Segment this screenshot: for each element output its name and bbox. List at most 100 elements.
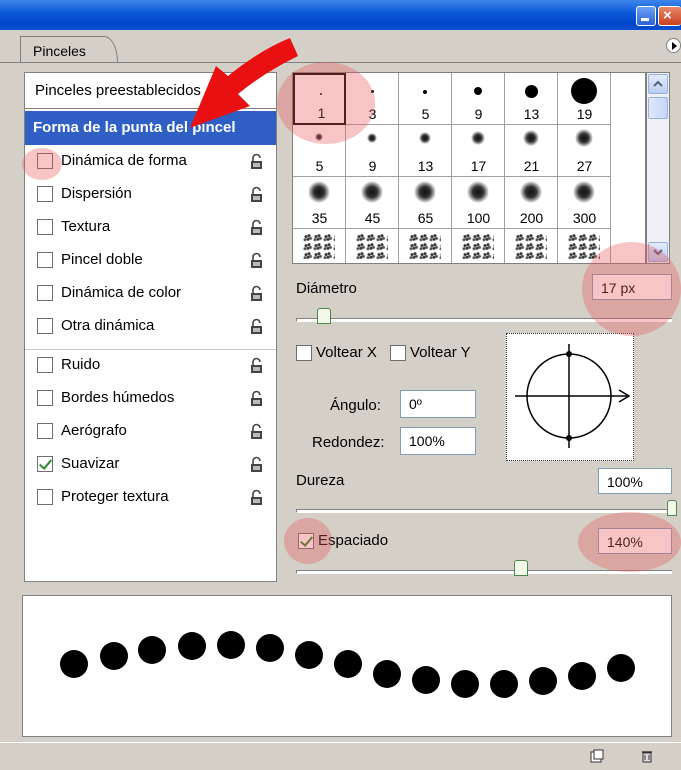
stroke-dot: [138, 636, 166, 664]
brush-cell[interactable]: [505, 229, 558, 263]
list-item-protect-texture[interactable]: Proteger textura: [25, 483, 276, 513]
brush-cell[interactable]: [399, 229, 452, 263]
list-item-label: Suavizar: [61, 455, 120, 472]
brush-cell[interactable]: 13: [505, 73, 558, 125]
brush-cell[interactable]: [452, 229, 505, 263]
brush-cell[interactable]: 300: [558, 177, 611, 229]
list-item-shape-dynamics[interactable]: Dinámica de forma: [25, 147, 276, 177]
flip-x-checkbox[interactable]: [296, 345, 312, 361]
minimize-button[interactable]: [636, 6, 656, 26]
hardness-slider-thumb[interactable]: [667, 500, 677, 516]
lock-icon[interactable]: [250, 219, 265, 236]
angle-input[interactable]: 0º: [400, 390, 476, 418]
lock-icon[interactable]: [250, 390, 265, 407]
stroke-dot: [60, 650, 88, 678]
list-item-texture[interactable]: Textura: [25, 213, 276, 243]
brush-grid-scrollbar[interactable]: [646, 72, 670, 264]
lock-icon[interactable]: [250, 153, 265, 170]
list-item-noise[interactable]: Ruido: [25, 351, 276, 381]
scatter-brush-icon: [303, 233, 335, 259]
brush-size-label: 35: [311, 210, 328, 226]
stroke-dot: [607, 654, 635, 682]
brush-cell[interactable]: 27: [558, 125, 611, 177]
title-bar: ×: [0, 0, 681, 30]
close-button[interactable]: ×: [658, 6, 681, 26]
brush-size-label: 9: [474, 106, 483, 122]
brush-cell[interactable]: 5: [399, 73, 452, 125]
scroll-thumb[interactable]: [648, 97, 668, 119]
brush-cell[interactable]: 200: [505, 177, 558, 229]
roundness-input[interactable]: 100%: [400, 427, 476, 455]
lock-icon[interactable]: [250, 456, 265, 473]
panel-menu-button[interactable]: [666, 38, 681, 53]
brush-cell[interactable]: 100: [452, 177, 505, 229]
close-icon: ×: [663, 7, 672, 24]
brush-size-label: 21: [523, 158, 540, 174]
trash-icon[interactable]: [640, 749, 654, 763]
checkbox[interactable]: [37, 489, 53, 505]
lock-icon[interactable]: [250, 285, 265, 302]
checkbox[interactable]: [37, 318, 53, 334]
lock-icon[interactable]: [250, 186, 265, 203]
brush-cell[interactable]: 45: [346, 177, 399, 229]
flip-x-label: Voltear X: [316, 344, 377, 361]
brush-cell[interactable]: 17: [452, 125, 505, 177]
list-item-wet-edges[interactable]: Bordes húmedos: [25, 384, 276, 414]
brush-shape-preview[interactable]: [506, 333, 634, 461]
checkbox[interactable]: [37, 252, 53, 268]
brush-cell[interactable]: 65: [399, 177, 452, 229]
list-item-label: Pincel doble: [61, 251, 143, 268]
chevron-up-icon: [653, 80, 663, 87]
stroke-dot: [529, 667, 557, 695]
new-brush-icon[interactable]: [590, 749, 604, 763]
scroll-up-button[interactable]: [648, 74, 668, 94]
lock-icon[interactable]: [250, 318, 265, 335]
brush-cell[interactable]: [293, 229, 346, 263]
lock-icon[interactable]: [250, 357, 265, 374]
brush-cell[interactable]: 13: [399, 125, 452, 177]
checkbox[interactable]: [37, 357, 53, 373]
checkbox-checked[interactable]: [37, 456, 53, 472]
diameter-slider-thumb[interactable]: [317, 308, 331, 324]
brush-cell[interactable]: 35: [293, 177, 346, 229]
list-item-airbrush[interactable]: Aerógrafo: [25, 417, 276, 447]
brush-size-label: 45: [364, 210, 381, 226]
list-item-other-dynamics[interactable]: Otra dinámica: [25, 312, 276, 342]
checkbox[interactable]: [37, 390, 53, 406]
spacing-slider-thumb[interactable]: [514, 560, 528, 576]
stroke-dot: [334, 650, 362, 678]
scatter-brush-icon: [356, 233, 388, 259]
brush-size-label: 200: [519, 210, 544, 226]
checkbox[interactable]: [37, 219, 53, 235]
angle-label: Ángulo:: [330, 397, 381, 414]
list-item-scattering[interactable]: Dispersión: [25, 180, 276, 210]
list-item-label: Aerógrafo: [61, 422, 127, 439]
list-item-dual-brush[interactable]: Pincel doble: [25, 246, 276, 276]
list-item-label: Textura: [61, 218, 111, 235]
checkbox[interactable]: [37, 423, 53, 439]
stroke-dot: [373, 660, 401, 688]
tab-pinceles[interactable]: Pinceles: [20, 36, 118, 62]
checkbox[interactable]: [37, 186, 53, 202]
hardness-input[interactable]: 100%: [598, 468, 672, 494]
lock-icon[interactable]: [250, 423, 265, 440]
brush-cell[interactable]: [346, 229, 399, 263]
flip-y-checkbox[interactable]: [390, 345, 406, 361]
brush-cell[interactable]: 21: [505, 125, 558, 177]
brush-cell[interactable]: 19: [558, 73, 611, 125]
list-item-smoothing[interactable]: Suavizar: [25, 450, 276, 480]
list-item-label: Ruido: [61, 356, 101, 373]
list-item-label: Otra dinámica: [61, 317, 155, 334]
brush-size-label: 65: [417, 210, 434, 226]
brushes-panel-window: × Pinceles Pinceles preestablecidos Form…: [0, 0, 681, 770]
angle-roundness-icon: [515, 344, 631, 448]
checkbox[interactable]: [37, 285, 53, 301]
list-item-color-dynamics[interactable]: Dinámica de color: [25, 279, 276, 309]
lock-icon[interactable]: [250, 252, 265, 269]
lock-icon[interactable]: [250, 489, 265, 506]
brush-size-label: 19: [576, 106, 593, 122]
brush-size-label: 100: [466, 210, 491, 226]
brush-options-list: Pinceles preestablecidos Forma de la pun…: [24, 72, 277, 582]
brush-cell[interactable]: 9: [452, 73, 505, 125]
flip-y-label: Voltear Y: [410, 344, 471, 361]
